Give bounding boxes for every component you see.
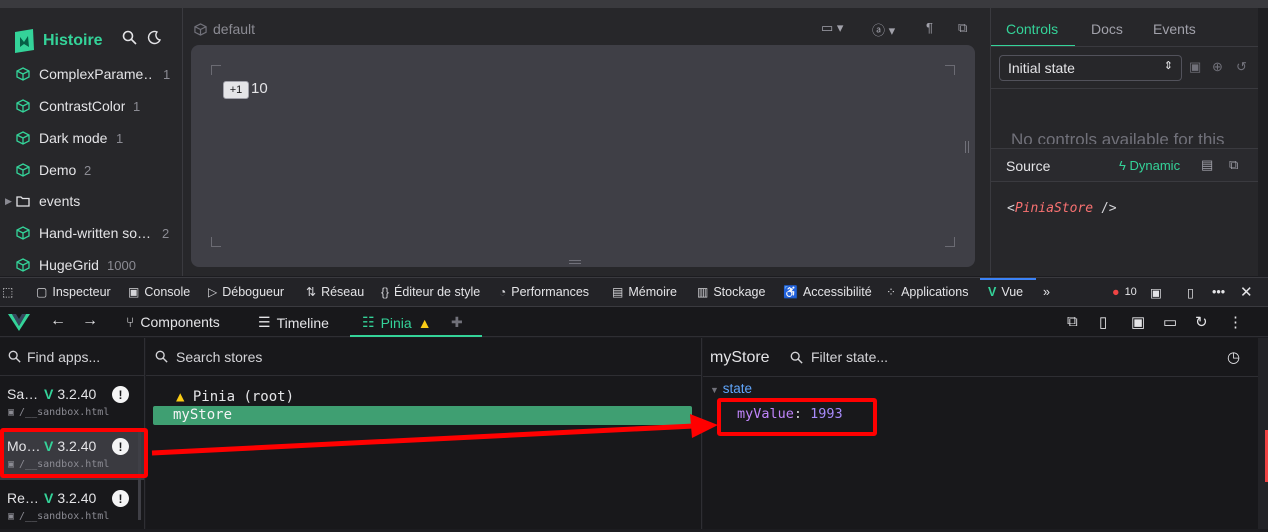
annotation-arrow	[151, 414, 718, 456]
